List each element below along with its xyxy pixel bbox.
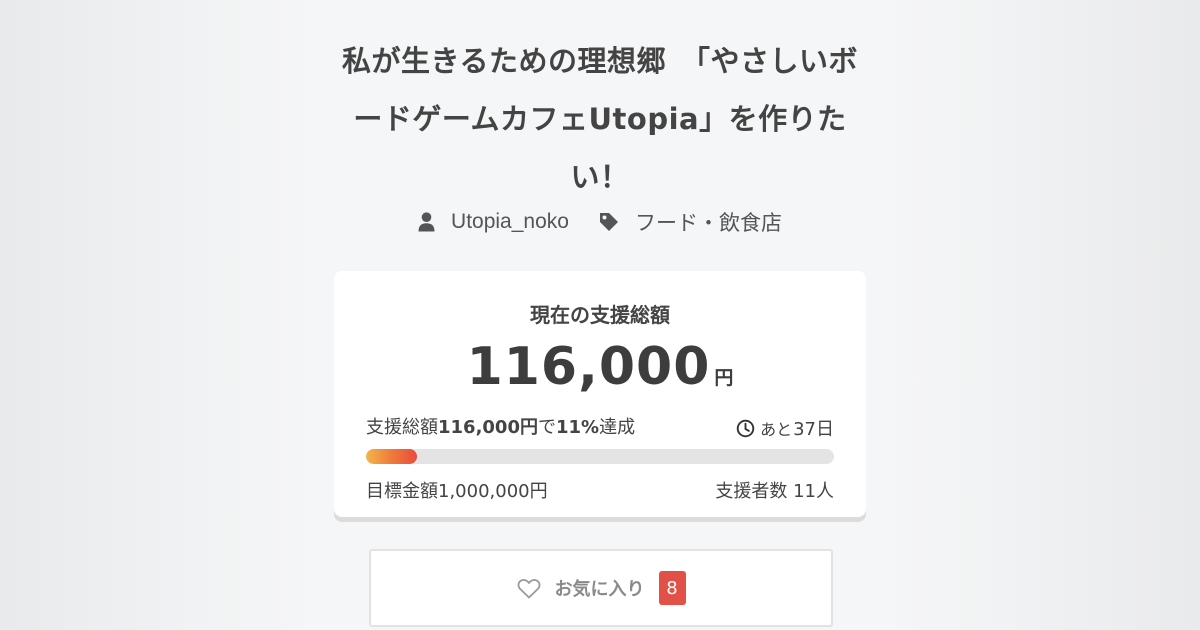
category-name: フード・飲食店 bbox=[634, 212, 782, 235]
author-link[interactable]: Utopia_noko bbox=[418, 210, 569, 234]
stats-percent: 11% bbox=[555, 417, 600, 438]
funding-card: 現在の支援総額 116,000 円 支援総額116,000円で11%達成 あと 37… bbox=[334, 271, 866, 517]
stats-amount: 116,000円 bbox=[438, 417, 538, 438]
project-meta: Utopia_noko フード・飲食店 bbox=[302, 204, 898, 240]
remaining-value: 37日 bbox=[793, 419, 834, 440]
stats-mid: で bbox=[537, 417, 556, 438]
stats-suffix: 達成 bbox=[599, 417, 636, 438]
tag-icon bbox=[599, 212, 619, 232]
supporter-count: 支援者数 11人 bbox=[715, 481, 834, 502]
remaining-prefix: あと bbox=[760, 420, 793, 439]
user-icon bbox=[418, 212, 435, 232]
heart-icon bbox=[517, 578, 540, 598]
goal-amount: 目標金額1,000,000円 bbox=[366, 481, 548, 502]
author-name: Utopia_noko bbox=[451, 210, 569, 233]
funding-amount-row: 116,000 円 bbox=[334, 337, 866, 397]
clock-icon bbox=[736, 419, 755, 437]
favorite-label: お気に入り bbox=[554, 579, 645, 600]
category-link[interactable]: フード・飲食店 bbox=[599, 207, 782, 237]
stats-prefix: 支援総額 bbox=[366, 417, 438, 438]
funding-stats: 支援総額116,000円で11%達成 bbox=[366, 413, 635, 439]
progress-fill bbox=[366, 449, 418, 464]
remaining-time: あと 37日 bbox=[736, 415, 834, 441]
funding-label: 現在の支援総額 bbox=[530, 303, 670, 327]
project-title: 私が生きるための理想郷 「やさしいボードゲームカフェUtopia」を作りたい！ bbox=[342, 44, 858, 194]
currency-unit: 円 bbox=[714, 367, 734, 389]
favorite-count-badge: 8 bbox=[658, 571, 686, 605]
favorite-button[interactable]: お気に入り 8 bbox=[369, 549, 833, 627]
progress-bar bbox=[366, 449, 834, 464]
funding-amount: 116,000 bbox=[466, 337, 711, 397]
project-panel: 私が生きるための理想郷 「やさしいボードゲームカフェUtopia」を作りたい！ … bbox=[302, 0, 898, 630]
